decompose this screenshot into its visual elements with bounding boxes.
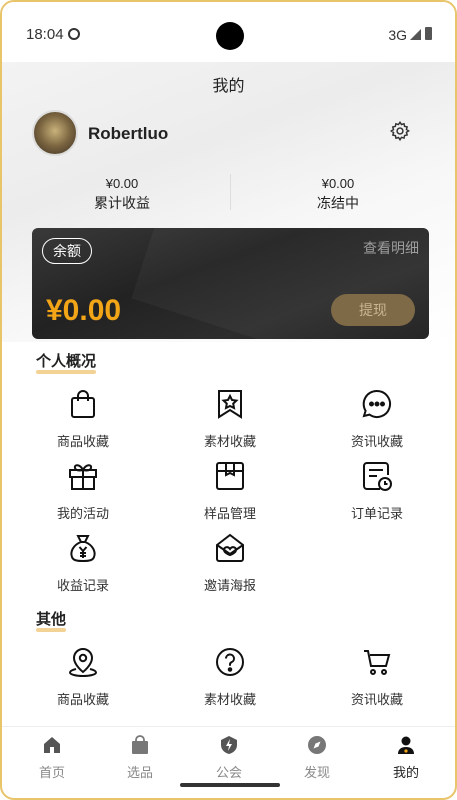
other-section-label: 其他 <box>36 611 67 628</box>
grid-item-label: 商品收藏 <box>56 692 109 707</box>
sync-icon <box>68 28 80 40</box>
tab-label: 选品 <box>126 765 153 780</box>
total-earnings-value: ¥0.00 <box>105 176 139 191</box>
tab-label: 公会 <box>215 765 242 780</box>
order-clock-icon <box>363 462 392 491</box>
box-icon <box>216 462 244 490</box>
grid-item-label: 收益记录 <box>56 578 109 593</box>
camera-cutout <box>216 22 244 50</box>
frozen-value: ¥0.00 <box>321 176 355 191</box>
question-circle-icon <box>216 648 244 676</box>
battery-icon <box>425 27 432 40</box>
tab-selection[interactable]: 选品 <box>100 735 180 781</box>
section-underline <box>36 628 67 632</box>
grid-item-sample-management[interactable]: 样品管理 <box>170 460 290 522</box>
grid-item-label: 商品收藏 <box>56 434 109 449</box>
lightning-shield-icon <box>221 736 237 754</box>
grid-item-product-favorites[interactable]: 商品收藏 <box>23 388 143 450</box>
balance-card: 余额 查看明细 ¥0.00 提现 <box>32 228 429 339</box>
money-bag-icon <box>70 535 96 563</box>
gift-icon <box>69 464 97 490</box>
bookmark-star-icon <box>218 390 242 419</box>
frozen-stat[interactable]: ¥0.00 冻结中 <box>238 176 438 213</box>
grid-item-my-activities[interactable]: 我的活动 <box>23 460 143 522</box>
grid-item-earnings-records[interactable]: 收益记录 <box>23 532 143 594</box>
grid-item-label: 素材收藏 <box>203 434 256 449</box>
gear-icon[interactable] <box>389 120 411 142</box>
personal-section-title: 个人概况 <box>36 350 97 374</box>
grid-item-order-records[interactable]: 订单记录 <box>317 460 437 522</box>
home-icon <box>44 737 60 753</box>
grid-item-label: 资讯收藏 <box>350 692 403 707</box>
chat-bubble-icon <box>362 389 392 418</box>
compass-icon <box>308 736 326 754</box>
page-title: 我的 <box>212 78 245 95</box>
bag-icon <box>132 735 148 754</box>
grid-item-label: 订单记录 <box>350 506 403 521</box>
tab-label: 发现 <box>303 765 330 780</box>
frozen-label: 冻结中 <box>317 195 359 211</box>
grid-item-label: 素材收藏 <box>203 692 256 707</box>
grid-item-label: 样品管理 <box>203 506 256 521</box>
status-bar: 18:04 3G <box>2 2 455 62</box>
tab-discover[interactable]: 发现 <box>277 735 357 781</box>
grid-item-label: 邀请海报 <box>203 578 256 593</box>
personal-section-label: 个人概况 <box>36 353 97 370</box>
grid-item-other-material-favorites[interactable]: 素材收藏 <box>170 646 290 708</box>
shopping-bag-icon <box>71 390 95 418</box>
grid-item-label: 我的活动 <box>56 506 109 521</box>
tab-home[interactable]: 首页 <box>12 735 92 781</box>
view-details-link[interactable]: 查看明细 <box>363 238 419 258</box>
grid-item-invite-poster[interactable]: 邀请海报 <box>170 532 290 594</box>
section-underline <box>36 370 97 374</box>
shopping-cart-icon <box>364 650 391 675</box>
user-icon <box>398 736 414 754</box>
grid-item-label: 资讯收藏 <box>350 434 403 449</box>
app-frame: 18:04 3G 我的 Robertluo ¥0.00 累计收益 ¥0.00 冻… <box>0 0 457 800</box>
location-pin-icon <box>68 647 98 678</box>
username: Robertluo <box>88 124 169 143</box>
grid-item-other-product-favorites[interactable]: 商品收藏 <box>23 646 143 708</box>
tab-label: 首页 <box>38 765 65 780</box>
grid-item-other-news-favorites[interactable]: 资讯收藏 <box>317 646 437 708</box>
other-section-title: 其他 <box>36 608 67 632</box>
stat-divider <box>230 174 231 210</box>
bottom-tab-bar: 首页 选品 公会 发现 我的 <box>2 726 455 782</box>
tab-guild[interactable]: 公会 <box>189 735 269 781</box>
status-time: 18:04 <box>26 26 64 43</box>
avatar[interactable] <box>32 110 78 156</box>
withdraw-button[interactable]: 提现 <box>331 294 415 326</box>
grid-item-news-favorites[interactable]: 资讯收藏 <box>317 388 437 450</box>
network-type: 3G <box>388 27 407 43</box>
signal-icon <box>410 29 421 40</box>
balance-badge: 余额 <box>42 238 92 264</box>
home-indicator[interactable] <box>180 783 280 787</box>
tab-mine[interactable]: 我的 <box>366 735 446 781</box>
total-earnings-label: 累计收益 <box>94 195 150 211</box>
grid-item-material-favorites[interactable]: 素材收藏 <box>170 388 290 450</box>
tab-label: 我的 <box>392 765 419 780</box>
total-earnings-stat[interactable]: ¥0.00 累计收益 <box>22 176 222 213</box>
balance-amount: ¥0.00 <box>46 294 122 327</box>
heart-envelope-icon <box>216 533 244 562</box>
